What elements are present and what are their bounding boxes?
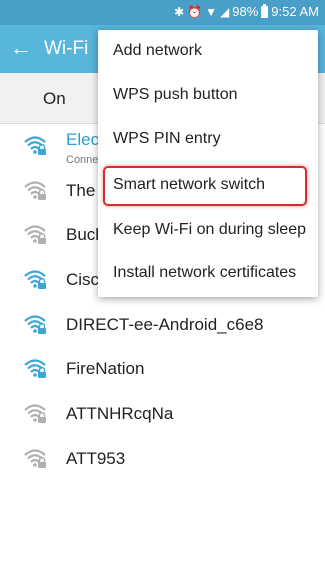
wifi-lock-icon xyxy=(24,225,46,245)
network-name: DIRECT-ee-Android_c6e8 xyxy=(66,314,264,334)
toggle-label: On xyxy=(43,89,66,108)
wifi-icon: ▼ xyxy=(205,4,218,19)
menu-item-label: Add network xyxy=(113,42,202,59)
wifi-lock-icon xyxy=(24,449,46,468)
status-bar: ✱ ⏰ ▼ ◢ 98% 9:52 AM xyxy=(0,0,325,25)
back-arrow-icon[interactable]: ← xyxy=(10,35,32,61)
wifi-lock-icon xyxy=(24,270,46,290)
clock: 9:52 AM xyxy=(271,4,319,19)
page-title: Wi-Fi xyxy=(44,38,89,59)
menu-item-label: Keep Wi-Fi on during sleep xyxy=(113,221,306,238)
wifi-lock-icon xyxy=(24,136,46,155)
network-name: ATTNHRcqNa xyxy=(66,404,174,424)
network-item[interactable]: FireNation xyxy=(0,347,325,392)
menu-item[interactable]: WPS push button xyxy=(98,74,318,118)
overflow-menu: Add network WPS push button WPS PIN entry S… xyxy=(98,30,318,297)
network-name: ATT953 xyxy=(66,448,126,468)
menu-item[interactable]: Keep Wi-Fi on during sleep xyxy=(98,209,318,253)
network-name: FireNation xyxy=(66,359,145,379)
alarm-icon: ⏰ xyxy=(187,4,203,19)
menu-item-label: Smart network switch xyxy=(113,176,266,193)
menu-item-label: WPS push button xyxy=(113,86,238,103)
wifi-lock-icon xyxy=(24,181,46,200)
wifi-lock-icon xyxy=(24,359,46,379)
signal-icon: ◢ xyxy=(220,4,230,19)
wifi-lock-icon xyxy=(24,404,46,424)
network-name: The xyxy=(66,180,96,200)
network-item[interactable]: ATT953 xyxy=(0,437,325,482)
menu-item[interactable]: WPS PIN entry xyxy=(98,118,318,162)
network-item[interactable]: ATTNHRcqNa xyxy=(0,392,325,437)
menu-item[interactable]: Install network certificates xyxy=(98,252,318,296)
battery-icon xyxy=(261,3,269,18)
menu-item[interactable]: Add network xyxy=(98,30,318,74)
network-status: Conne xyxy=(66,154,99,166)
bluetooth-icon: ✱ xyxy=(174,4,185,19)
menu-item[interactable]: Smart network switch xyxy=(98,164,318,208)
wifi-lock-icon xyxy=(24,315,46,334)
battery-percent: 98% xyxy=(232,4,259,19)
network-item[interactable]: DIRECT-ee-Android_c6e8 xyxy=(0,303,325,348)
menu-item-label: WPS PIN entry xyxy=(113,130,221,147)
menu-item-label: Install network certificates xyxy=(113,264,297,281)
